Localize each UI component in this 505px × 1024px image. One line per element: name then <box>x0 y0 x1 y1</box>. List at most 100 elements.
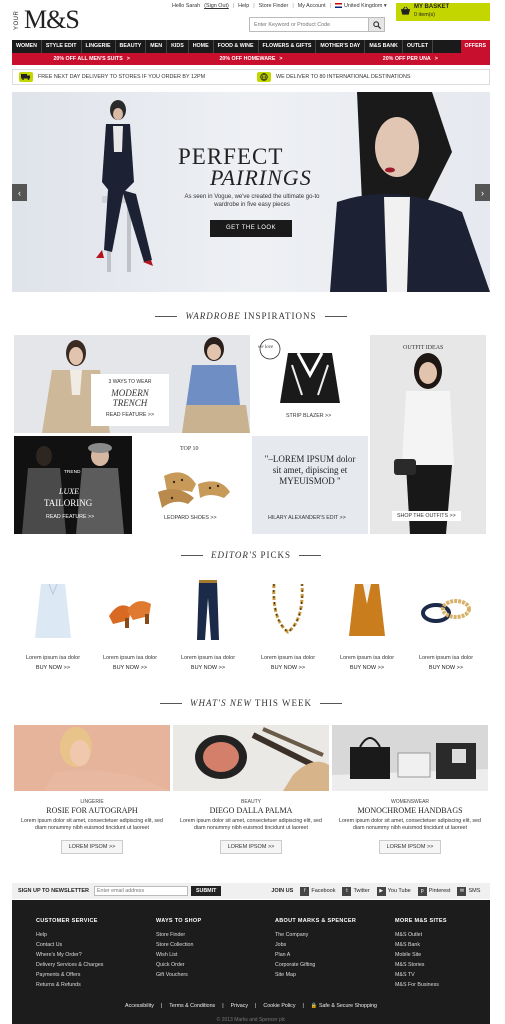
search-input[interactable] <box>250 18 368 31</box>
cookie-policy-link[interactable]: Cookie Policy <box>263 1003 295 1009</box>
terms-link[interactable]: Terms & Conditions <box>169 1003 215 1009</box>
get-the-look-button[interactable]: GET THE LOOK <box>210 220 292 237</box>
secure-shopping-link[interactable]: 🔒 Safe & Secure Shopping <box>311 1003 377 1009</box>
lorem-ipsom-button[interactable]: LOREM IPSOM >> <box>219 840 283 854</box>
nav-flowers-gifts[interactable]: FLOWERS & GIFTS <box>259 40 317 53</box>
twitter-link[interactable]: t Twitter <box>342 886 370 896</box>
hilary-edit-tile[interactable]: "–LOREM IPSUM dolor sit amet, dipiscing … <box>252 436 368 534</box>
promo-homeware[interactable]: 20% OFF HOMEWARE > <box>171 53 330 65</box>
nav-kids[interactable]: KIDS <box>167 40 189 53</box>
pick-item-blouse[interactable]: Lorem ipsum isa dolor BUY NOW >> <box>23 575 83 671</box>
carousel-prev-button[interactable]: ‹ <box>12 184 27 201</box>
footer-link[interactable]: Payments & Offers <box>36 970 103 980</box>
footer-link[interactable]: Gift Vouchers <box>156 970 201 980</box>
nav-mothers-day[interactable]: MOTHER'S DAY <box>316 40 366 53</box>
buy-now-link[interactable]: BUY NOW >> <box>416 665 476 671</box>
promo-per-una[interactable]: 20% OFF PER UNA > <box>331 53 490 65</box>
pinterest-link[interactable]: p Pinterest <box>417 886 450 896</box>
footer-link[interactable]: Help <box>36 930 103 940</box>
sms-icon: ✉ <box>457 886 467 896</box>
nav-outlet[interactable]: OUTLET <box>403 40 434 53</box>
nav-style-edit[interactable]: STYLE EDIT <box>42 40 82 53</box>
footer-link[interactable]: M&S Outlet <box>395 930 447 940</box>
youtube-link[interactable]: ▶ You Tube <box>376 886 411 896</box>
pick-item-bracelets[interactable]: Lorem ipsum isa dolor BUY NOW >> <box>416 575 476 671</box>
tailoring-read-link[interactable]: READ FEATURE >> <box>46 514 94 520</box>
trench-tile[interactable]: 3 WAYS TO WEAR MODERN TRENCH READ FEATUR… <box>14 335 250 433</box>
leopard-shoes-link[interactable]: LEOPARD SHOES >> <box>164 515 217 521</box>
whats-new-handbags[interactable]: WOMENSWEAR MONOCHROME HANDBAGS Lorem ips… <box>332 725 488 854</box>
pick-item-necklace[interactable]: Lorem ipsum isa dolor BUY NOW >> <box>258 575 318 671</box>
shop-the-outfits-link[interactable]: SHOP THE OUTFITS >> <box>392 511 461 521</box>
footer-link[interactable]: Delivery Services & Charges <box>36 960 103 970</box>
privacy-link[interactable]: Privacy <box>231 1003 248 1009</box>
promo-mens-suits[interactable]: 20% OFF ALL MEN'S SUITS > <box>12 53 171 65</box>
facebook-link[interactable]: f Facebook <box>300 886 335 896</box>
nav-lingerie[interactable]: LINGERIE <box>82 40 116 53</box>
pick-item-jacket[interactable]: Lorem ipsum isa dolor BUY NOW >> <box>337 575 397 671</box>
accessibility-link[interactable]: Accessibility <box>125 1003 154 1009</box>
newsletter-submit-button[interactable]: SUBMIT <box>191 886 222 896</box>
sign-out-link[interactable]: (Sign Out) <box>204 3 229 9</box>
footer-link[interactable]: M&S For Business <box>395 980 447 990</box>
buy-now-link[interactable]: BUY NOW >> <box>178 665 238 671</box>
ms-logo[interactable]: YOUR M&S <box>14 4 89 34</box>
whats-new-heading: WHAT'S NEW THIS WEEK <box>12 698 490 708</box>
carousel-next-button[interactable]: › <box>475 184 490 201</box>
help-link[interactable]: Help <box>238 3 249 9</box>
footer-link[interactable]: The Company <box>275 930 356 940</box>
nav-beauty[interactable]: BEAUTY <box>116 40 147 53</box>
sms-link[interactable]: ✉ SMS <box>457 886 480 896</box>
footer-link[interactable]: Store Finder <box>156 930 201 940</box>
delivery-uk[interactable]: FREE NEXT DAY DELIVERY TO STORES IF YOU … <box>13 72 251 82</box>
strip-blazer-tile[interactable]: we love STRIP BLAZER >> <box>252 335 368 433</box>
footer-link[interactable]: Contact Us <box>36 940 103 950</box>
footer-link[interactable]: Store Collection <box>156 940 201 950</box>
pick-item-sandals[interactable]: Lorem ipsum isa dolor BUY NOW >> <box>100 575 160 671</box>
footer-link[interactable]: Mobile Site <box>395 950 447 960</box>
nav-men[interactable]: MEN <box>146 40 168 53</box>
whats-new-lingerie[interactable]: LINGERIE ROSIE FOR AUTOGRAPH Lorem ipsum… <box>14 725 170 854</box>
footer-link[interactable]: Returns & Refunds <box>36 980 103 990</box>
country-selector[interactable]: United Kingdom ▾ <box>335 3 387 9</box>
nav-home[interactable]: HOME <box>189 40 214 53</box>
leopard-shoes-tile[interactable]: TOP 10 LEOPARD SHOES >> <box>134 436 250 534</box>
footer-link[interactable]: Quick Order <box>156 960 201 970</box>
footer-link[interactable]: Site Map <box>275 970 356 980</box>
account-links: Hello Sarah (Sign Out) | Help | Store Fi… <box>172 3 387 9</box>
newsletter-bar: SIGN UP TO NEWSLETTER SUBMIT JOIN US fFa… <box>12 883 490 899</box>
chevron-left-icon: ‹ <box>18 187 21 198</box>
buy-now-link[interactable]: BUY NOW >> <box>100 665 160 671</box>
nav-offers[interactable]: OFFERS <box>460 40 490 53</box>
hilary-edit-link[interactable]: HILARY ALEXANDER'S EDIT >> <box>268 515 346 521</box>
buy-now-link[interactable]: BUY NOW >> <box>23 665 83 671</box>
pick-item-jeans[interactable]: Lorem ipsum isa dolor BUY NOW >> <box>178 575 238 671</box>
whats-new-beauty[interactable]: BEAUTY DIEGO DALLA PALMA Lorem ipsum dol… <box>173 725 329 854</box>
footer-link[interactable]: Plan A <box>275 950 356 960</box>
lorem-ipsom-button[interactable]: LOREM IPSOM >> <box>60 840 124 854</box>
trench-read-link[interactable]: READ FEATURE >> <box>96 412 164 418</box>
buy-now-link[interactable]: BUY NOW >> <box>258 665 318 671</box>
buy-now-link[interactable]: BUY NOW >> <box>337 665 397 671</box>
nav-ms-bank[interactable]: M&S BANK <box>365 40 403 53</box>
footer-link[interactable]: Jobs <box>275 940 356 950</box>
search-button[interactable] <box>368 18 384 31</box>
footer-link[interactable]: Wish List <box>156 950 201 960</box>
my-account-link[interactable]: My Account <box>298 3 326 9</box>
strip-blazer-link[interactable]: STRIP BLAZER >> <box>286 413 331 419</box>
footer-link[interactable]: M&S Stories <box>395 960 447 970</box>
nav-women[interactable]: WOMEN <box>12 40 42 53</box>
store-finder-link[interactable]: Store Finder <box>259 3 289 9</box>
footer-link[interactable]: M&S Bank <box>395 940 447 950</box>
nav-food-wine[interactable]: FOOD & WINE <box>214 40 259 53</box>
lorem-ipsom-button[interactable]: LOREM IPSOM >> <box>378 840 442 854</box>
luxe-tailoring-tile[interactable]: TREND LUXE TAILORING READ FEATURE >> <box>14 436 132 534</box>
footer-link[interactable]: Corporate Gifting <box>275 960 356 970</box>
basket-button[interactable]: MY BASKET 0 item(s) <box>396 3 490 21</box>
delivery-international[interactable]: WE DELIVER TO 80 INTERNATIONAL DESTINATI… <box>251 72 489 82</box>
outfit-ideas-tile[interactable]: OUTFIT IDEAS SHOP THE OUTFITS >> <box>370 335 486 534</box>
newsletter-email-input[interactable] <box>94 886 188 896</box>
hero-banner[interactable]: PERFECT PAIRINGS As seen in Vogue, we've… <box>12 92 490 292</box>
footer-link[interactable]: Where's My Order? <box>36 950 103 960</box>
footer-link[interactable]: M&S TV <box>395 970 447 980</box>
